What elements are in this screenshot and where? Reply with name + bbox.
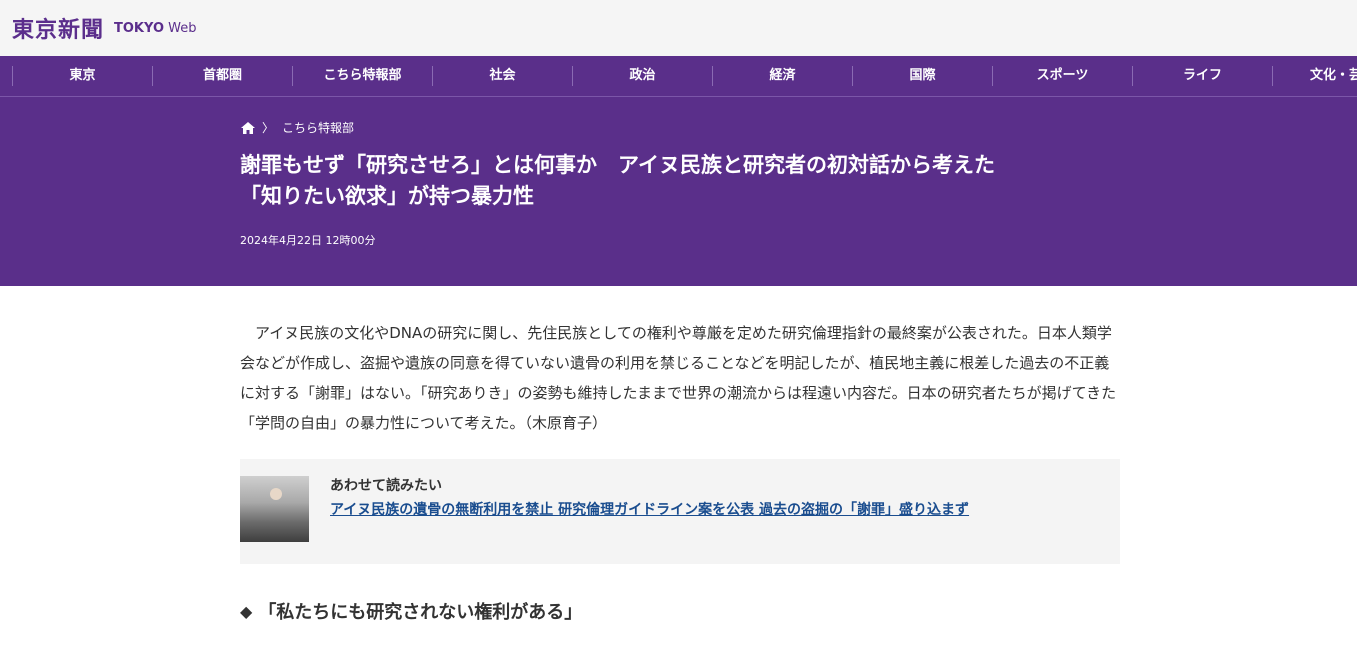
article-hero: 〉 こちら特報部 謝罪もせず「研究させろ」とは何事か アイヌ民族と研究者の初対話…: [0, 97, 1357, 286]
section-heading: ◆ 「私たちにも研究されない権利がある」: [240, 598, 1120, 624]
section-heading-text: 「私たちにも研究されない権利がある」: [258, 602, 583, 623]
site-logo-sub[interactable]: TOKYO Web: [114, 21, 196, 36]
breadcrumb-section[interactable]: こちら特報部: [282, 119, 354, 136]
home-icon[interactable]: [240, 121, 256, 135]
article-title-line1: 謝罪もせず「研究させろ」とは何事か アイヌ民族と研究者の初対話から考えた: [240, 153, 995, 177]
related-link[interactable]: アイヌ民族の遺骨の無断利用を禁止 研究倫理ガイドライン案を公表 過去の盗掘の「謝…: [330, 499, 969, 519]
article-lead: アイヌ民族の文化やDNAの研究に関し、先住民族としての権利や尊厳を定めた研究倫理…: [240, 324, 1117, 432]
nav-item-sports[interactable]: スポーツ: [992, 66, 1132, 86]
nav-item-bunka[interactable]: 文化・芸能: [1272, 66, 1357, 86]
breadcrumb: 〉 こちら特報部: [240, 119, 1140, 136]
site-header: 東京新聞 TOKYO Web: [0, 0, 1357, 56]
related-thumbnail[interactable]: [240, 476, 309, 542]
nav-item-shutoken[interactable]: 首都圏: [152, 66, 292, 86]
article-title: 謝罪もせず「研究させろ」とは何事か アイヌ民族と研究者の初対話から考えた 「知り…: [240, 150, 1140, 212]
nav-item-tokyo[interactable]: 東京: [12, 66, 152, 86]
logo-sub-bold: TOKYO: [114, 20, 165, 36]
nav-item-tokuhobu[interactable]: こちら特報部: [292, 66, 432, 86]
article-date: 2024年4月22日 12時00分: [240, 234, 376, 247]
related-article-box[interactable]: あわせて読みたい アイヌ民族の遺骨の無断利用を禁止 研究倫理ガイドライン案を公表…: [240, 459, 1120, 564]
nav-item-seiji[interactable]: 政治: [572, 66, 712, 86]
chevron-right-icon: 〉: [262, 121, 275, 135]
logo-sub-light: Web: [168, 20, 197, 36]
main-nav: 東京 首都圏 こちら特報部 社会 政治 経済 国際 スポーツ ライフ 文化・芸能: [0, 56, 1357, 97]
nav-item-kokusai[interactable]: 国際: [852, 66, 992, 86]
nav-item-keizai[interactable]: 経済: [712, 66, 852, 86]
site-logo[interactable]: 東京新聞: [12, 12, 104, 44]
article-title-line2: 「知りたい欲求」が持つ暴力性: [240, 184, 534, 208]
nav-item-life[interactable]: ライフ: [1132, 66, 1272, 86]
article-body: アイヌ民族の文化やDNAの研究に関し、先住民族としての権利や尊厳を定めた研究倫理…: [240, 318, 1120, 624]
nav-item-shakai[interactable]: 社会: [432, 66, 572, 86]
diamond-icon: ◆: [240, 601, 253, 621]
related-label: あわせて読みたい: [330, 478, 442, 494]
